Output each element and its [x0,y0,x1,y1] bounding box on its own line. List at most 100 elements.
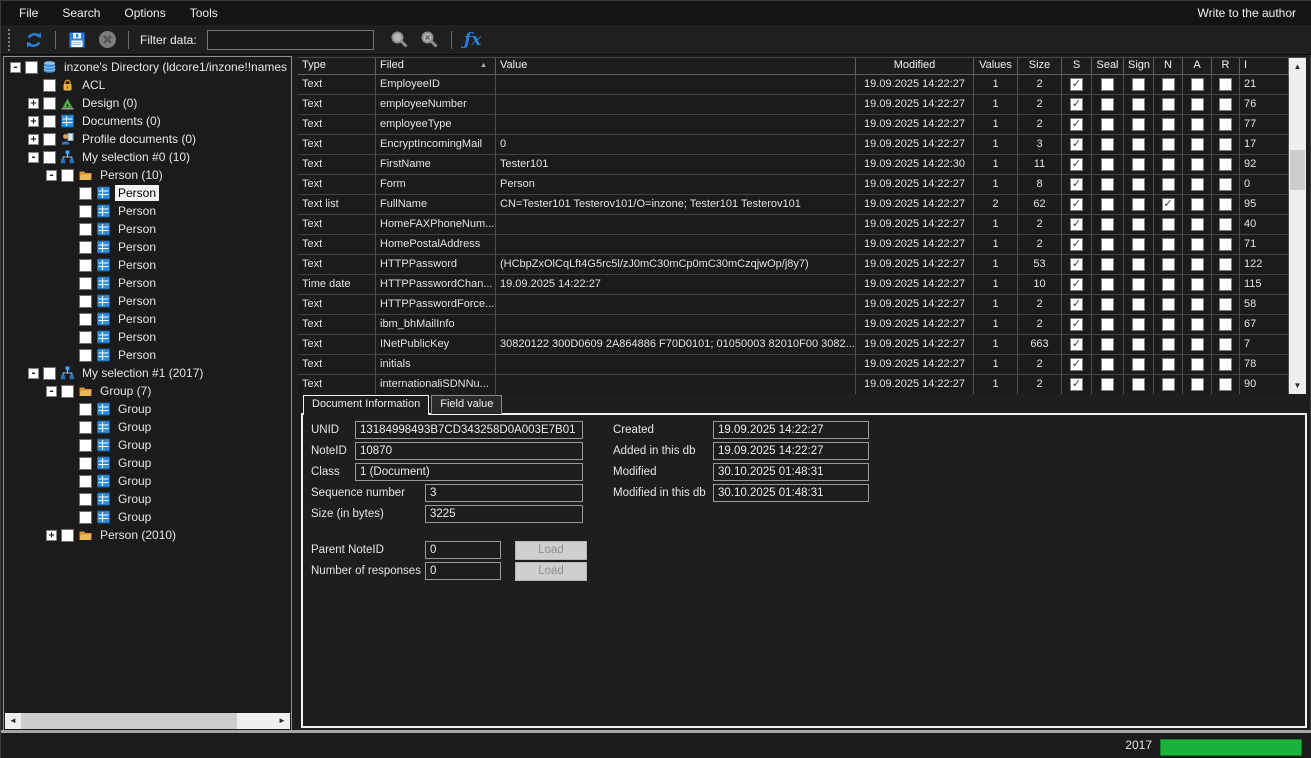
checkbox-r[interactable] [1219,78,1232,91]
tree-item-label[interactable]: My selection #1 (2017) [79,365,206,381]
checkbox-sign[interactable] [1132,318,1145,331]
tree-item[interactable]: -My selection #1 (2017) [4,364,291,382]
tree-item-label[interactable]: Design (0) [79,95,140,111]
tree-item-label[interactable]: Documents (0) [79,113,164,129]
column-header-values[interactable]: Values [974,58,1018,75]
expand-icon[interactable]: + [28,98,39,109]
table-vertical-scrollbar[interactable]: ▲ ▼ [1289,58,1306,394]
checkbox-s-checked[interactable]: ✓ [1070,198,1083,211]
save-button[interactable] [65,28,89,52]
checkbox-r[interactable] [1219,178,1232,191]
checkbox-seal[interactable] [1101,98,1114,111]
tree-checkbox[interactable] [79,421,92,434]
scroll-left-icon[interactable]: ◄ [5,713,21,729]
expand-icon[interactable]: + [28,116,39,127]
tab-document-information[interactable]: Document Information [303,395,429,415]
checkbox-sign[interactable] [1132,358,1145,371]
tree-item-label[interactable]: Person [115,221,159,237]
tree-checkbox[interactable] [43,151,56,164]
tab-field-value[interactable]: Field value [431,395,502,414]
formula-button[interactable]: ƒx [461,28,485,52]
checkbox-s-checked[interactable]: ✓ [1070,298,1083,311]
checkbox-a[interactable] [1191,138,1204,151]
table-row[interactable]: TextemployeeType19.09.2025 14:22:2712✓77 [298,115,1289,135]
tree-item-label[interactable]: Person [115,185,159,201]
table-row[interactable]: TextHomePostalAddress19.09.2025 14:22:27… [298,235,1289,255]
expand-icon[interactable]: + [46,530,57,541]
checkbox-sign[interactable] [1132,158,1145,171]
checkbox-sign[interactable] [1132,78,1145,91]
checkbox-s-checked[interactable]: ✓ [1070,238,1083,251]
tree-item[interactable]: + Profile documents (0) [4,130,291,148]
tree-item-label[interactable]: Group [115,473,154,489]
tree-checkbox[interactable] [79,457,92,470]
checkbox-sign[interactable] [1132,138,1145,151]
tree-item-label[interactable]: Person (2010) [97,527,179,543]
table-row[interactable]: Time dateHTTPPasswordChan...19.09.2025 1… [298,275,1289,295]
tree-item[interactable]: Group [4,400,291,418]
checkbox-s-checked[interactable]: ✓ [1070,318,1083,331]
tree-checkbox[interactable] [79,331,92,344]
checkbox-n[interactable] [1162,78,1175,91]
checkbox-s-checked[interactable]: ✓ [1070,158,1083,171]
checkbox-s-checked[interactable]: ✓ [1070,138,1083,151]
checkbox-s-checked[interactable]: ✓ [1070,378,1083,391]
table-row[interactable]: TextHTTPPasswordForce...19.09.2025 14:22… [298,295,1289,315]
checkbox-s-checked[interactable]: ✓ [1070,78,1083,91]
checkbox-seal[interactable] [1101,338,1114,351]
checkbox-sign[interactable] [1132,218,1145,231]
tree-item[interactable]: Person [4,202,291,220]
tree-item-label[interactable]: Person (10) [97,167,166,183]
checkbox-seal[interactable] [1101,218,1114,231]
tree-item-label[interactable]: Person [115,275,159,291]
tree-checkbox[interactable] [79,511,92,524]
checkbox-r[interactable] [1219,258,1232,271]
tree-item[interactable]: Person [4,310,291,328]
table-row[interactable]: TextFirstNameTester10119.09.2025 14:22:3… [298,155,1289,175]
checkbox-n[interactable] [1162,258,1175,271]
checkbox-sign[interactable] [1132,378,1145,391]
scroll-right-icon[interactable]: ► [274,713,290,729]
checkbox-sign[interactable] [1132,258,1145,271]
tree-item[interactable]: Person [4,292,291,310]
checkbox-r[interactable] [1219,278,1232,291]
tree-checkbox[interactable] [79,349,92,362]
checkbox-seal[interactable] [1101,358,1114,371]
tree-checkbox[interactable] [61,169,74,182]
checkbox-a[interactable] [1191,118,1204,131]
checkbox-seal[interactable] [1101,138,1114,151]
column-header-r[interactable]: R [1212,58,1240,75]
collapse-icon[interactable]: - [28,152,39,163]
column-header-n[interactable]: N [1154,58,1183,75]
checkbox-a[interactable] [1191,278,1204,291]
scrollbar-thumb[interactable] [21,713,237,729]
tree-checkbox[interactable] [61,529,74,542]
tree-item-label[interactable]: Person [115,293,159,309]
checkbox-n[interactable] [1162,158,1175,171]
checkbox-r[interactable] [1219,238,1232,251]
tree-checkbox[interactable] [79,439,92,452]
checkbox-n[interactable] [1162,298,1175,311]
expand-icon[interactable]: + [28,134,39,145]
menu-write-to-author[interactable]: Write to the author [1188,2,1307,24]
menu-file[interactable]: File [7,2,50,24]
checkbox-a[interactable] [1191,318,1204,331]
tree-checkbox[interactable] [79,259,92,272]
tree-item-label[interactable]: Person [115,239,159,255]
checkbox-n-checked[interactable]: ✓ [1162,198,1175,211]
checkbox-seal[interactable] [1101,178,1114,191]
table-row[interactable]: Textibm_bhMailInfo19.09.2025 14:22:2712✓… [298,315,1289,335]
tree-checkbox[interactable] [79,313,92,326]
checkbox-s-checked[interactable]: ✓ [1070,338,1083,351]
tree-item[interactable]: -My selection #0 (10) [4,148,291,166]
tree-checkbox[interactable] [79,187,92,200]
checkbox-s-checked[interactable]: ✓ [1070,358,1083,371]
cancel-button[interactable] [95,28,119,52]
checkbox-sign[interactable] [1132,198,1145,211]
collapse-icon[interactable]: - [10,62,21,73]
tree-item-label[interactable]: Profile documents (0) [79,131,199,147]
checkbox-r[interactable] [1219,158,1232,171]
table-row[interactable]: TextEncryptIncomingMail019.09.2025 14:22… [298,135,1289,155]
menu-tools[interactable]: Tools [178,2,230,24]
checkbox-a[interactable] [1191,378,1204,391]
